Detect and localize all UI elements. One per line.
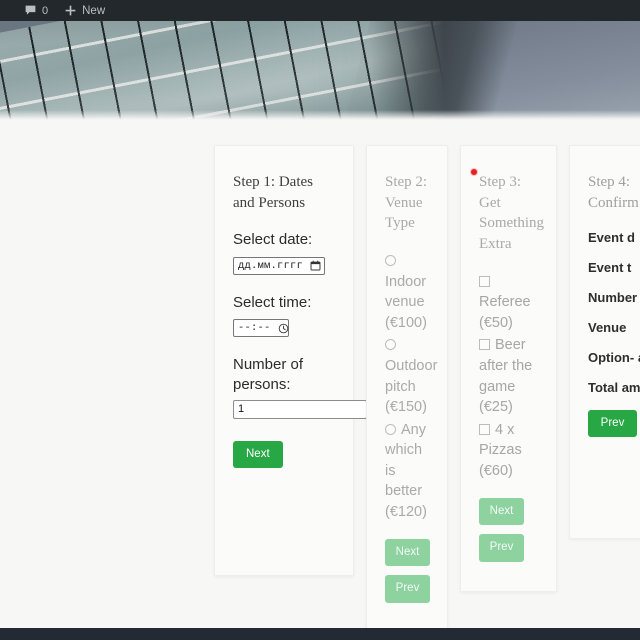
- summary-event-date: Event d: [588, 230, 635, 246]
- adminbar-new-item[interactable]: New: [56, 0, 113, 21]
- step-2-buttons: Next Prev: [385, 538, 430, 603]
- time-input-placeholder: --:--: [238, 322, 271, 335]
- venue-option-indoor-label: Indoor venue (€100): [385, 273, 427, 331]
- extras-checkbox-group: Referee (€50) Beer after the game (€25) …: [479, 272, 538, 482]
- extra-option-beer[interactable]: Beer after the game (€25): [479, 335, 538, 417]
- summary-event-time: Event t: [588, 260, 632, 276]
- step-2-title: Step 2: Venue Type: [385, 174, 428, 232]
- adminbar-comments-item[interactable]: 0: [0, 0, 56, 21]
- step-4-title: Step 4: Confirm: [588, 174, 639, 211]
- checkbox-referee-icon[interactable]: [479, 275, 490, 287]
- checkbox-pizzas-icon[interactable]: [479, 423, 490, 435]
- radio-indoor-icon[interactable]: [385, 255, 396, 267]
- pointer-click-marker: [471, 169, 477, 175]
- venue-option-outdoor-label: Outdoor pitch (€150): [385, 357, 438, 416]
- select-time-label: Select time:: [233, 293, 312, 311]
- step-3-card: Step 3: Get Something Extra Referee (€50…: [460, 145, 557, 592]
- checkbox-beer-icon[interactable]: [479, 339, 490, 351]
- step-3-title: Step 3: Get Something Extra: [479, 174, 545, 253]
- summary-total-amount: Total amount: [588, 379, 640, 395]
- summary-venue: Venue: [588, 320, 627, 336]
- step-2-next-button[interactable]: Next: [385, 538, 430, 567]
- comment-bubble-icon: [24, 4, 37, 17]
- date-input-placeholder: дд.мм.гггг: [238, 259, 304, 272]
- step-3-prev-button[interactable]: Prev: [479, 534, 524, 562]
- adminbar-new-label: New: [82, 4, 106, 17]
- step-3-buttons: Next Prev: [479, 497, 538, 562]
- hero-facade-shading: [0, 21, 640, 120]
- step-1-title: Step 1: Dates and Persons: [233, 174, 313, 211]
- summary-number-of-persons: Number persons: [588, 290, 640, 306]
- venue-option-indoor[interactable]: Indoor venue (€100): [385, 251, 429, 333]
- step-3-next-button[interactable]: Next: [479, 497, 524, 526]
- extra-option-referee-label: Referee (€50): [479, 294, 531, 331]
- venue-option-outdoor[interactable]: Outdoor pitch (€150): [385, 335, 437, 417]
- time-input[interactable]: --:--: [233, 319, 289, 338]
- date-input[interactable]: дд.мм.гггг: [233, 256, 325, 275]
- radio-outdoor-icon[interactable]: [385, 339, 396, 351]
- extra-option-referee[interactable]: Referee (€50): [479, 272, 538, 334]
- hero-bottom-fade: [0, 110, 640, 120]
- step-4-buttons: Prev: [588, 409, 640, 438]
- hero-banner-image: [0, 21, 640, 120]
- step-2-prev-button[interactable]: Prev: [385, 575, 430, 603]
- number-of-persons-input[interactable]: [233, 399, 367, 419]
- venue-type-radio-group: Indoor venue (€100) Outdoor pitch (€150)…: [385, 251, 437, 523]
- calendar-icon[interactable]: [310, 260, 321, 271]
- adminbar-comment-count: 0: [42, 4, 49, 17]
- venue-option-any-label: Any which is better (€120): [385, 421, 427, 520]
- wp-admin-bar: 0 New: [0, 0, 640, 21]
- plus-icon: [64, 4, 77, 17]
- step-4-prev-button[interactable]: Prev: [588, 409, 637, 438]
- step-1-card: Step 1: Dates and Persons Select date: д…: [214, 145, 367, 576]
- venue-option-any[interactable]: Any which is better (€120): [385, 420, 429, 523]
- summary-optional-addons: Option- add-on: [588, 349, 640, 365]
- clock-icon[interactable]: [278, 323, 289, 334]
- main-content: Step 1: Dates and Persons Select date: д…: [0, 120, 640, 633]
- step-2-card: Step 2: Venue Type Indoor venue (€100) O…: [366, 145, 448, 633]
- bottom-bar: [0, 628, 640, 640]
- page-root: 0 New Step 1: Dates and Persons Select d…: [0, 0, 640, 640]
- extra-option-pizzas[interactable]: 4 x Pizzas (€60): [479, 420, 538, 482]
- radio-any-icon[interactable]: [385, 423, 396, 435]
- number-of-persons-label: Number of persons:: [233, 356, 304, 393]
- booking-wizard: Step 1: Dates and Persons Select date: д…: [214, 145, 640, 633]
- step-1-next-button[interactable]: Next: [233, 440, 283, 469]
- select-date-label: Select date:: [233, 231, 313, 249]
- step-4-card: Step 4: Confirm Event d Event t Number p…: [569, 145, 640, 539]
